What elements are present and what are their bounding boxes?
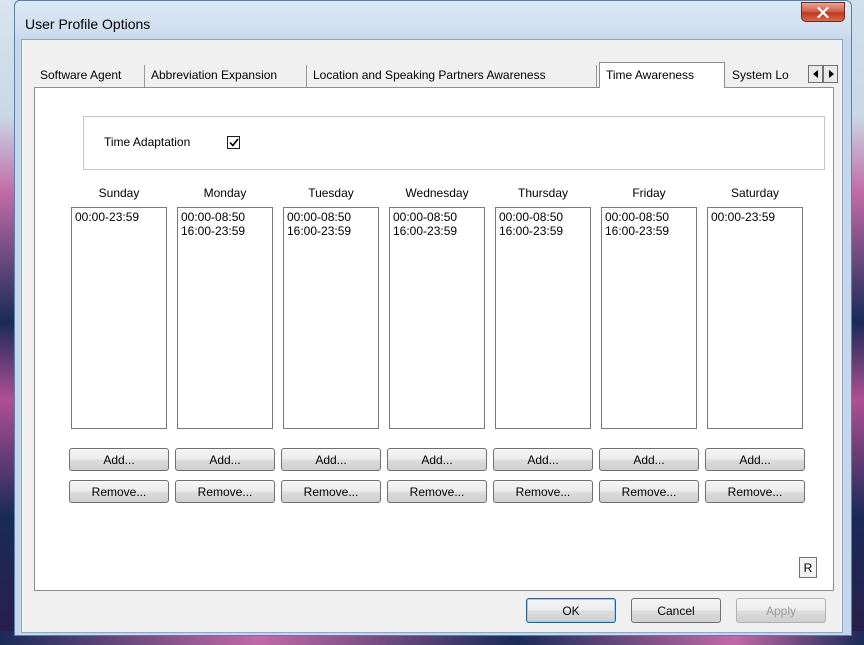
remove-button-tuesday[interactable]: Remove... [281, 480, 381, 503]
add-button-monday[interactable]: Add... [175, 448, 275, 471]
tab-software-agent[interactable]: Software Agent [34, 65, 145, 87]
day-header-sunday: Sunday [98, 186, 140, 200]
list-item[interactable]: 16:00-23:59 [499, 224, 587, 238]
tab-scroll-buttons [808, 65, 838, 83]
day-list-wednesday[interactable]: 00:00-08:50 16:00-23:59 [389, 207, 485, 429]
r-button[interactable]: R [799, 557, 817, 578]
day-header-wednesday: Wednesday [405, 186, 469, 200]
list-item[interactable]: 16:00-23:59 [181, 224, 269, 238]
day-list-tuesday[interactable]: 00:00-08:50 16:00-23:59 [283, 207, 379, 429]
tab-scroll-right-button[interactable] [823, 65, 838, 83]
remove-button-saturday[interactable]: Remove... [705, 480, 805, 503]
day-header-monday: Monday [203, 186, 247, 200]
tab-location-and-speaking-partners-awareness[interactable]: Location and Speaking Partners Awareness [307, 65, 597, 87]
list-item[interactable]: 00:00-08:50 [605, 210, 693, 224]
tab-scroll-left-button[interactable] [808, 65, 823, 83]
day-list-sunday[interactable]: 00:00-23:59 [71, 207, 167, 429]
list-item[interactable]: 00:00-23:59 [711, 210, 799, 224]
dialog-client-area: Software Agent Abbreviation Expansion Lo… [21, 39, 843, 633]
day-list-saturday[interactable]: 00:00-23:59 [707, 207, 803, 429]
remove-button-sunday[interactable]: Remove... [69, 480, 169, 503]
day-header-thursday: Thursday [517, 186, 569, 200]
remove-button-wednesday[interactable]: Remove... [387, 480, 487, 503]
time-adaptation-checkbox[interactable] [227, 136, 240, 149]
remove-button-thursday[interactable]: Remove... [493, 480, 593, 503]
list-item[interactable]: 00:00-08:50 [499, 210, 587, 224]
arrow-left-icon [812, 67, 819, 81]
close-button[interactable] [801, 2, 845, 22]
list-item[interactable]: 16:00-23:59 [393, 224, 481, 238]
tab-abbreviation-expansion[interactable]: Abbreviation Expansion [145, 65, 307, 87]
list-item[interactable]: 16:00-23:59 [287, 224, 375, 238]
title-bar[interactable]: User Profile Options [15, 1, 851, 37]
user-profile-options-dialog: User Profile Options Software Agent Abbr… [14, 0, 852, 636]
add-button-wednesday[interactable]: Add... [387, 448, 487, 471]
close-icon [817, 6, 829, 18]
tab-strip: Software Agent Abbreviation Expansion Lo… [34, 62, 838, 88]
day-header-tuesday: Tuesday [308, 186, 354, 200]
tab-system-log[interactable]: System Lo [726, 65, 808, 87]
day-header-saturday: Saturday [730, 186, 780, 200]
list-item[interactable]: 16:00-23:59 [605, 224, 693, 238]
add-button-sunday[interactable]: Add... [69, 448, 169, 471]
time-adaptation-label: Time Adaptation [104, 135, 191, 149]
time-awareness-panel: Time Adaptation Sunday 00:00-23:59 Add..… [34, 87, 834, 591]
add-button-thursday[interactable]: Add... [493, 448, 593, 471]
add-button-friday[interactable]: Add... [599, 448, 699, 471]
arrow-right-icon [828, 67, 834, 81]
checkmark-icon [228, 136, 239, 150]
list-item[interactable]: 00:00-08:50 [287, 210, 375, 224]
ok-button[interactable]: OK [526, 598, 616, 623]
list-item[interactable]: 00:00-08:50 [393, 210, 481, 224]
cancel-button[interactable]: Cancel [631, 598, 721, 623]
remove-button-friday[interactable]: Remove... [599, 480, 699, 503]
time-adaptation-group: Time Adaptation [83, 116, 825, 170]
day-list-monday[interactable]: 00:00-08:50 16:00-23:59 [177, 207, 273, 429]
remove-button-monday[interactable]: Remove... [175, 480, 275, 503]
apply-button[interactable]: Apply [736, 598, 826, 623]
add-button-saturday[interactable]: Add... [705, 448, 805, 471]
list-item[interactable]: 00:00-23:59 [75, 210, 163, 224]
window-title: User Profile Options [25, 16, 151, 32]
day-list-friday[interactable]: 00:00-08:50 16:00-23:59 [601, 207, 697, 429]
day-header-friday: Friday [632, 186, 666, 200]
day-list-thursday[interactable]: 00:00-08:50 16:00-23:59 [495, 207, 591, 429]
list-item[interactable]: 00:00-08:50 [181, 210, 269, 224]
tab-time-awareness[interactable]: Time Awareness [599, 62, 725, 88]
add-button-tuesday[interactable]: Add... [281, 448, 381, 471]
